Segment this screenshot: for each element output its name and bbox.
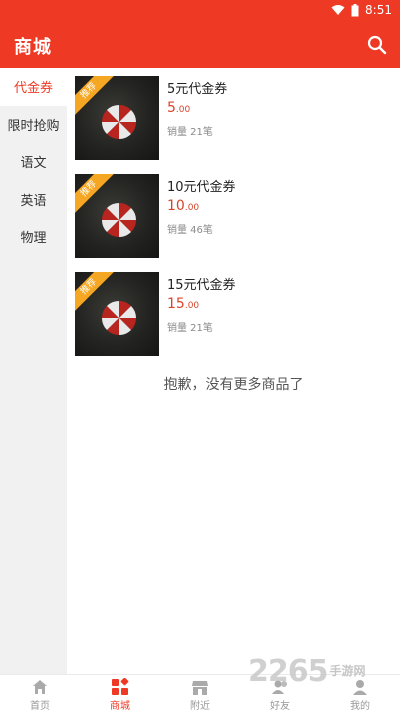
page-title: 商城 <box>14 37 52 58</box>
grid-icon <box>112 678 129 695</box>
status-bar: 8:51 <box>0 0 400 22</box>
tab-mall[interactable]: 商城 <box>80 675 160 710</box>
search-icon[interactable] <box>366 34 388 56</box>
sidebar-item-vouchers[interactable]: 代金券 <box>0 68 67 106</box>
product-price: 15.00 <box>167 296 200 312</box>
sales-count: 销量 21笔 <box>167 323 213 334</box>
sidebar-item-chinese[interactable]: 语文 <box>0 143 67 181</box>
product-thumbnail: 推荐 <box>75 174 159 258</box>
product-name: 10元代金券 <box>167 180 236 195</box>
sales-count: 销量 21笔 <box>167 127 213 138</box>
sidebar-item-flash-sale[interactable]: 限时抢购 <box>0 106 67 144</box>
product-item[interactable]: 推荐 10元代金券 10.00 销量 46笔 <box>75 174 395 260</box>
product-price: 5.00 <box>167 100 191 116</box>
site-watermark: 2265 手游网 <box>248 654 366 689</box>
no-more-items-text: 抱歉，没有更多商品了 <box>163 377 304 393</box>
tab-nearby[interactable]: 附近 <box>160 675 240 710</box>
battery-icon <box>351 3 359 17</box>
home-icon <box>33 680 47 694</box>
sales-count: 销量 46笔 <box>167 225 213 236</box>
product-price: 10.00 <box>167 198 200 214</box>
product-name: 5元代金券 <box>167 82 228 97</box>
product-item[interactable]: 推荐 5元代金券 5.00 销量 21笔 <box>75 76 395 162</box>
store-icon <box>192 681 208 695</box>
sidebar-item-physics[interactable]: 物理 <box>0 218 67 256</box>
sidebar-item-english[interactable]: 英语 <box>0 181 67 219</box>
app-bar: 商城 <box>0 22 400 68</box>
product-item[interactable]: 推荐 15元代金券 15.00 销量 21笔 <box>75 272 395 358</box>
clock: 8:51 <box>365 3 392 17</box>
tab-home[interactable]: 首页 <box>0 675 80 710</box>
product-thumbnail: 推荐 <box>75 76 159 160</box>
product-thumbnail: 推荐 <box>75 272 159 356</box>
product-list: 推荐 5元代金券 5.00 销量 21笔 推荐 10元代金券 10.00 销量 … <box>67 68 400 674</box>
wifi-icon <box>331 4 345 16</box>
product-name: 15元代金券 <box>167 278 236 293</box>
category-sidebar: 代金券 限时抢购 语文 英语 物理 <box>0 68 67 674</box>
